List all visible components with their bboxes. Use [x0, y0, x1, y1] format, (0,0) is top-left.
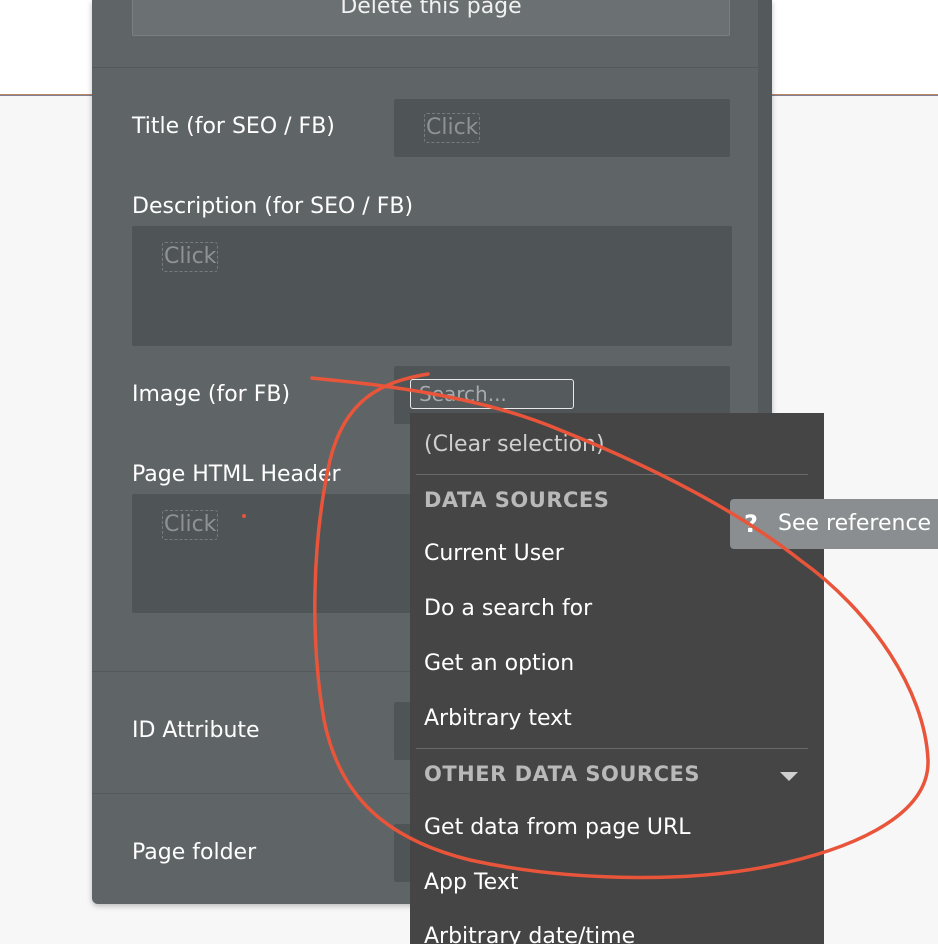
option-get-an-option[interactable]: Get an option: [424, 651, 574, 676]
data-sources-header: DATA SOURCES: [424, 488, 610, 512]
clear-selection-option[interactable]: (Clear selection): [424, 432, 605, 457]
html-header-label: Page HTML Header: [132, 462, 341, 487]
html-header-click-chip[interactable]: Click: [162, 510, 219, 540]
id-attribute-label: ID Attribute: [132, 718, 260, 743]
description-field[interactable]: Click: [132, 226, 732, 346]
title-click-chip[interactable]: Click: [424, 113, 481, 143]
page-folder-label: Page folder: [132, 840, 257, 865]
data-source-search-input[interactable]: [410, 379, 574, 409]
option-get-data-from-url[interactable]: Get data from page URL: [424, 815, 691, 840]
option-arbitrary-text[interactable]: Arbitrary text: [424, 706, 572, 731]
dropdown-separator: [416, 748, 808, 749]
option-arbitrary-date-time[interactable]: Arbitrary date/time: [424, 924, 635, 944]
description-label: Description (for SEO / FB): [132, 194, 414, 219]
delete-page-button[interactable]: Delete this page: [132, 0, 730, 36]
option-app-text[interactable]: App Text: [424, 870, 518, 895]
dropdown-separator: [416, 474, 808, 475]
chevron-down-icon[interactable]: [780, 772, 798, 781]
see-reference-text: See reference: [778, 511, 932, 536]
title-label: Title (for SEO / FB): [132, 114, 335, 139]
divider: [92, 67, 758, 68]
data-source-dropdown: (Clear selection) DATA SOURCES Current U…: [410, 413, 824, 944]
image-label: Image (for FB): [132, 382, 291, 407]
other-data-sources-header[interactable]: OTHER DATA SOURCES: [424, 762, 700, 786]
description-click-chip[interactable]: Click: [162, 242, 219, 272]
option-current-user[interactable]: Current User: [424, 541, 564, 566]
question-icon: ?: [744, 510, 758, 538]
option-do-a-search[interactable]: Do a search for: [424, 596, 592, 621]
title-field[interactable]: Click: [394, 99, 730, 157]
see-reference-tooltip[interactable]: ? See reference: [730, 499, 938, 549]
